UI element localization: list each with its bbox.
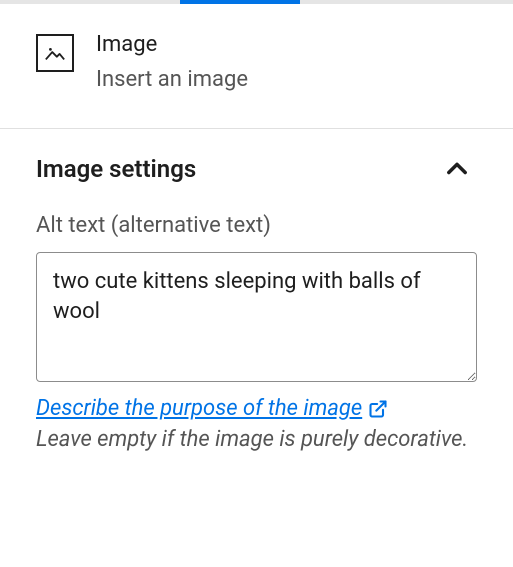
image-settings-panel: Image settings Alt text (alternative tex… (0, 129, 513, 456)
describe-image-link[interactable]: Describe the purpose of the image (36, 396, 388, 421)
image-settings-toggle[interactable]: Image settings (36, 155, 477, 183)
alt-text-help: Leave empty if the image is purely decor… (36, 425, 477, 456)
external-link-icon (368, 399, 388, 419)
describe-image-link-text: Describe the purpose of the image (36, 396, 362, 421)
alt-text-label: Alt text (alternative text) (36, 213, 477, 238)
top-border (0, 0, 513, 4)
active-tab-indicator (180, 0, 300, 4)
chevron-up-icon (443, 155, 471, 183)
alt-text-input[interactable] (36, 252, 477, 382)
image-block-icon (36, 34, 74, 72)
block-description: Insert an image (96, 67, 248, 92)
block-title: Image (96, 32, 248, 57)
image-settings-title: Image settings (36, 155, 196, 183)
block-header: Image Insert an image (0, 4, 513, 128)
